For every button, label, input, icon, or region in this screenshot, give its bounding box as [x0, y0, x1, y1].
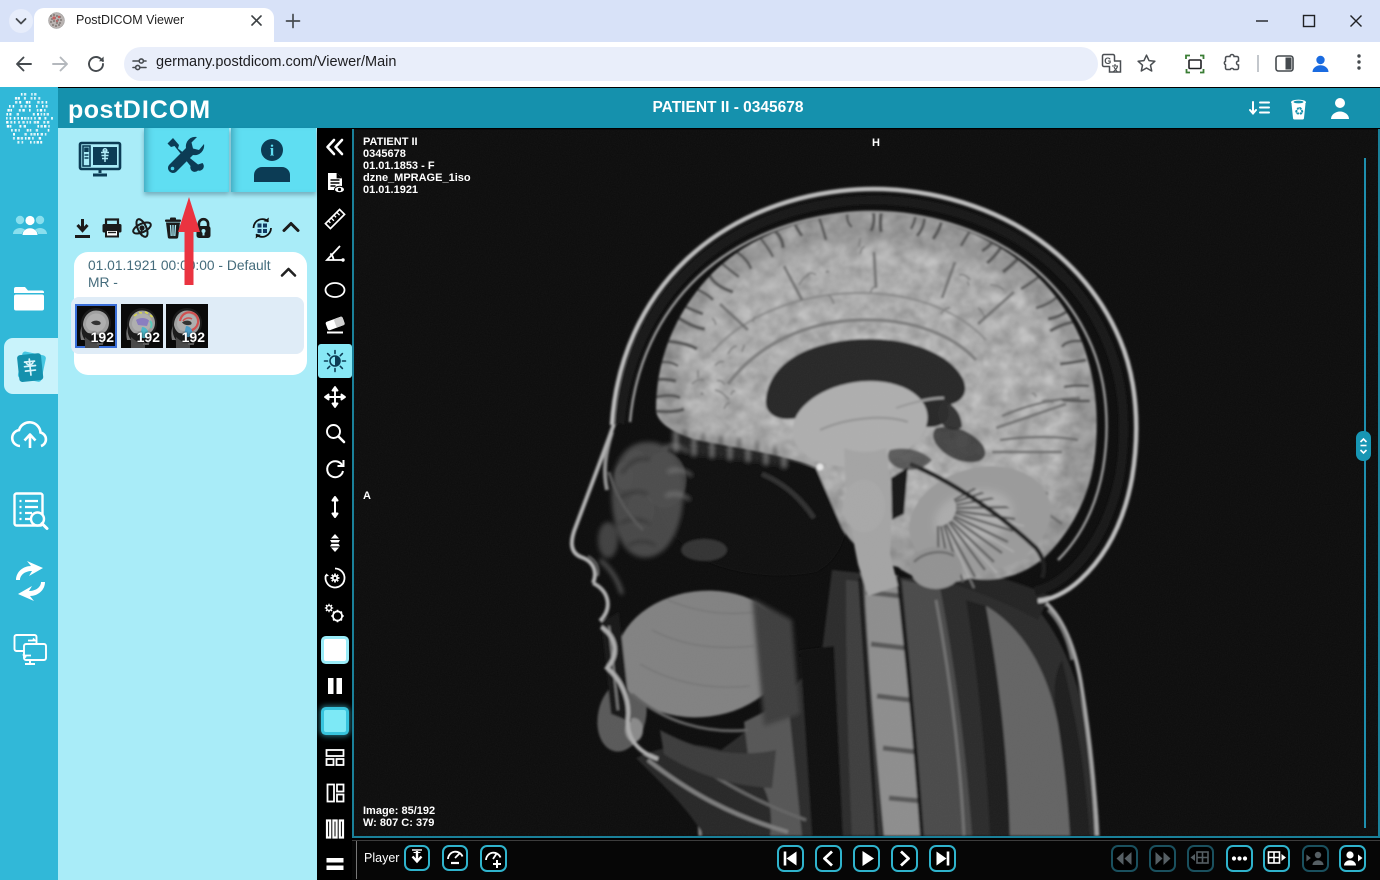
svg-text:i: i: [270, 143, 275, 160]
svg-text:G: G: [1104, 56, 1111, 66]
svg-text:♻: ♻: [1294, 106, 1304, 118]
